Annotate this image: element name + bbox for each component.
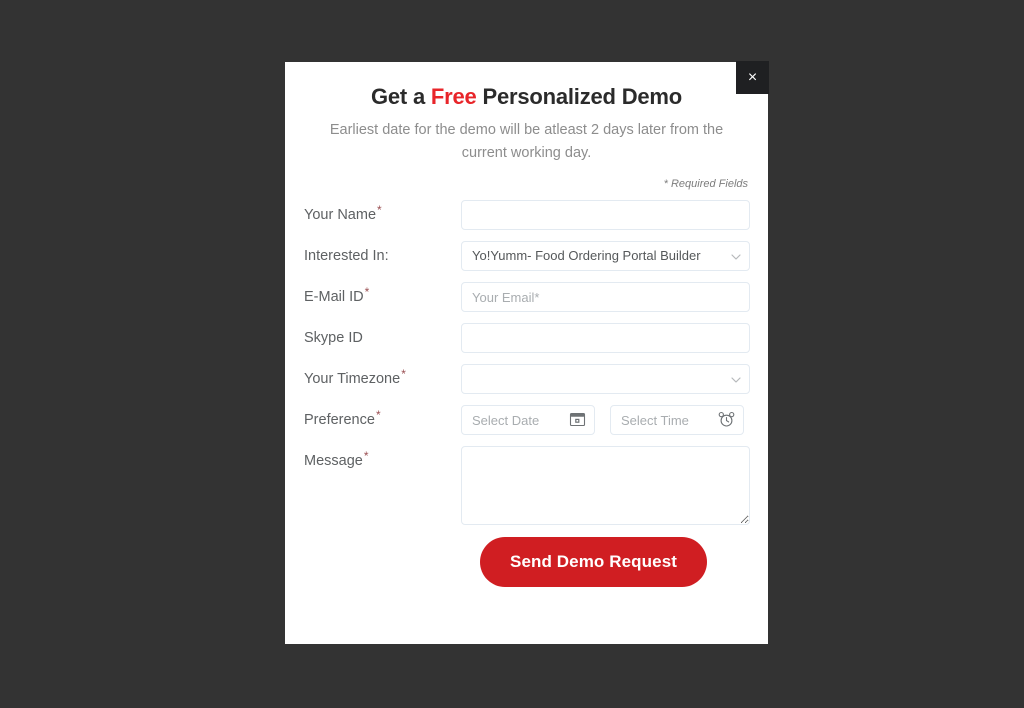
preference-group [461, 405, 748, 436]
time-picker [610, 405, 744, 436]
label-interested-in-text: Interested In: [304, 248, 389, 265]
label-interested-in: Interested In: [304, 241, 461, 265]
email-field[interactable] [461, 282, 750, 313]
required-marker: * [375, 407, 381, 422]
title-text-after: Personalized Demo [476, 84, 683, 109]
required-marker: * [401, 366, 406, 381]
control-interested-in: Yo!Yumm- Food Ordering Portal Builder [461, 241, 750, 272]
page-title: Get a Free Personalized Demo [313, 84, 740, 110]
title-text-before: Get a [370, 84, 431, 109]
label-preference-text: Preference [304, 412, 375, 429]
timezone-select[interactable] [461, 364, 750, 395]
required-fields-note: * Required Fields [663, 178, 748, 191]
control-your-name [461, 200, 750, 231]
label-your-name-text: Your Name [304, 207, 377, 224]
required-marker: * [377, 202, 382, 217]
close-icon[interactable]: × [736, 61, 769, 94]
select-date-input[interactable] [461, 405, 595, 436]
label-skype-text: Skype ID [304, 330, 363, 347]
select-time-input[interactable] [610, 405, 744, 436]
label-email: E-Mail ID* [304, 282, 461, 306]
form-row-your-name: Your Name* [304, 200, 750, 231]
form-row-timezone: Your Timezone* [304, 364, 750, 395]
control-skype [461, 323, 750, 354]
form-row-email: E-Mail ID* [304, 282, 750, 313]
demo-request-form: Your Name* Interested In: Yo!Yumm- Food … [285, 190, 768, 588]
required-marker: * [364, 284, 370, 299]
form-row-preference: Preference* [304, 405, 748, 436]
submit-row: Send Demo Request [304, 537, 748, 588]
label-timezone-text: Your Timezone [304, 371, 401, 388]
modal-header: Get a Free Personalized Demo Earliest da… [285, 62, 768, 164]
label-email-text: E-Mail ID [304, 289, 364, 306]
form-row-message: Message* [304, 446, 750, 526]
interested-in-select-wrap: Yo!Yumm- Food Ordering Portal Builder [461, 241, 750, 272]
label-message-text: Message [304, 453, 363, 470]
your-name-input[interactable] [461, 200, 750, 231]
label-message: Message* [304, 446, 461, 470]
message-textarea[interactable] [461, 446, 750, 526]
send-demo-request-button[interactable]: Send Demo Request [480, 537, 708, 588]
form-row-interested-in: Interested In: Yo!Yumm- Food Ordering Po… [304, 241, 750, 272]
label-your-name: Your Name* [304, 200, 461, 224]
control-timezone [461, 364, 750, 395]
demo-request-modal: Get a Free Personalized Demo Earliest da… [285, 62, 768, 644]
control-email [461, 282, 750, 313]
modal-overlay: Get a Free Personalized Demo Earliest da… [0, 0, 1024, 708]
title-accent-free: Free [430, 84, 477, 109]
modal-subtitle: Earliest date for the demo will be atlea… [329, 122, 724, 161]
form-row-skype: Skype ID [304, 323, 750, 354]
control-message [461, 446, 750, 526]
interested-in-select[interactable]: Yo!Yumm- Food Ordering Portal Builder [461, 241, 750, 272]
timezone-select-wrap [461, 364, 750, 395]
label-skype: Skype ID [304, 323, 461, 347]
required-marker: * [363, 448, 369, 463]
date-picker [461, 405, 595, 436]
label-preference: Preference* [304, 405, 461, 429]
skype-id-input[interactable] [461, 323, 750, 354]
label-timezone: Your Timezone* [304, 364, 461, 388]
control-preference [461, 405, 748, 436]
